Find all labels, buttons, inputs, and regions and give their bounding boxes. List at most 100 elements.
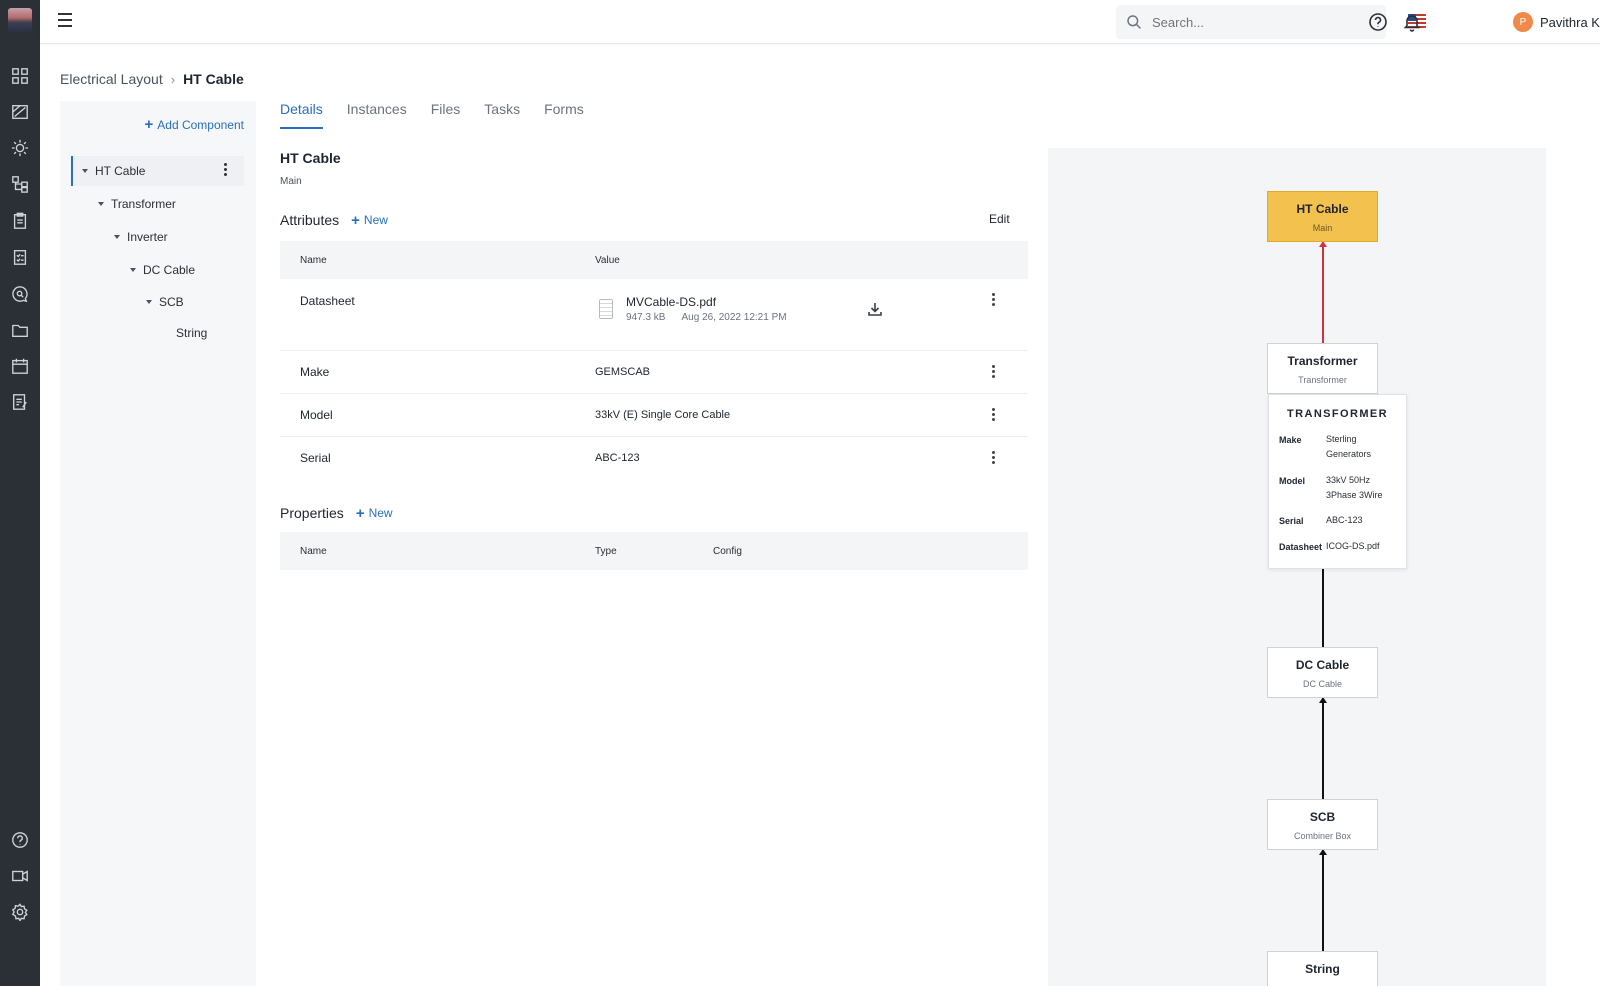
help-icon[interactable] <box>10 830 30 850</box>
node-subtitle: Combiner Box <box>1293 831 1352 841</box>
node-details-tooltip: TRANSFORMER Make Sterling Generators Mod… <box>1268 394 1407 569</box>
tree-item-label: HT Cable <box>95 164 146 178</box>
attachment-meta: 947.3 kB Aug 26, 2022 12:21 PM <box>626 312 787 323</box>
checklist-icon[interactable] <box>10 247 30 267</box>
properties-header: Properties + New <box>280 505 393 521</box>
report-icon[interactable] <box>10 392 30 412</box>
tab-tasks[interactable]: Tasks <box>484 101 520 129</box>
attachment-file-name[interactable]: MVCable-DS.pdf <box>626 295 716 309</box>
row-menu-icon[interactable] <box>992 293 996 307</box>
properties-table: Name Type Config <box>280 532 1028 570</box>
plus-icon: + <box>355 504 365 522</box>
attribute-name: Make <box>300 365 330 379</box>
bell-icon[interactable] <box>1402 12 1422 32</box>
tree-item-dc-cable[interactable]: DC Cable <box>130 263 195 277</box>
add-component-label: Add Component <box>157 117 244 132</box>
diagram-node-scb[interactable]: SCB Combiner Box <box>1267 799 1378 850</box>
attributes-table: Name Value Datasheet MVCable-DS.pdf 947.… <box>280 241 1028 480</box>
hierarchy-icon[interactable] <box>10 174 30 194</box>
add-component-button[interactable]: + Add Component <box>145 117 245 132</box>
tree-item-ht-cable[interactable]: HT Cable <box>82 164 145 178</box>
user-name[interactable]: Pavithra K <box>1540 15 1600 30</box>
edit-attributes-button[interactable]: Edit <box>989 212 1010 226</box>
tree-item-label: Transformer <box>111 197 176 211</box>
breadcrumb: Electrical Layout › HT Cable <box>60 71 244 87</box>
chat-search-icon[interactable] <box>10 284 30 304</box>
clipboard-icon[interactable] <box>10 211 30 231</box>
dashboard-icon[interactable] <box>10 66 30 86</box>
column-name-header: Name <box>300 546 327 557</box>
tree-item-scb[interactable]: SCB <box>146 295 184 309</box>
node-title: HT Cable <box>1296 202 1349 216</box>
top-bar: P Pavithra K <box>40 0 1600 44</box>
tooltip-model-label: Model <box>1279 476 1305 486</box>
component-subtitle: Main <box>280 176 302 187</box>
node-title: String <box>1305 962 1340 976</box>
tree-item-label: DC Cable <box>143 263 196 277</box>
settings-icon[interactable] <box>10 902 30 922</box>
tooltip-datasheet-value: ICOG-DS.pdf <box>1326 541 1380 551</box>
component-diagram: HT Cable Main Transformer Transformer TR… <box>1048 148 1546 986</box>
new-property-label: New <box>368 506 393 520</box>
tab-instances[interactable]: Instances <box>347 101 407 129</box>
attachment-date: Aug 26, 2022 12:21 PM <box>681 312 787 323</box>
tab-files[interactable]: Files <box>431 101 461 129</box>
search-input[interactable] <box>1152 14 1372 30</box>
caret-down-icon[interactable] <box>114 235 120 239</box>
diagram-node-ht-cable[interactable]: HT Cable Main <box>1267 191 1378 242</box>
diagram-node-dc-cable[interactable]: DC Cable DC Cable <box>1267 647 1378 698</box>
diagram-connector <box>1322 698 1324 799</box>
table-row: Serial ABC-123 <box>280 437 1028 480</box>
caret-down-icon[interactable] <box>146 300 152 304</box>
plus-icon: + <box>144 116 154 133</box>
folder-icon[interactable] <box>10 320 30 340</box>
breadcrumb-parent[interactable]: Electrical Layout <box>60 71 163 87</box>
caret-down-icon[interactable] <box>98 202 104 206</box>
sun-icon[interactable] <box>10 138 30 158</box>
tree-item-string[interactable]: String <box>176 326 207 340</box>
row-menu-icon[interactable] <box>992 408 996 422</box>
app-logo[interactable] <box>8 8 32 32</box>
diagram-connector <box>1322 850 1324 951</box>
detail-tabs: Details Instances Files Tasks Forms <box>280 101 584 129</box>
caret-down-icon[interactable] <box>130 268 136 272</box>
chevron-right-icon: › <box>170 71 176 87</box>
tree-item-label: Inverter <box>127 230 168 244</box>
component-title: HT Cable <box>280 150 341 166</box>
plus-icon: + <box>351 211 360 229</box>
help-circle-icon[interactable] <box>1368 12 1388 32</box>
table-row: Make GEMSCAB <box>280 351 1028 394</box>
calendar-icon[interactable] <box>10 356 30 376</box>
tooltip-make-label: Make <box>1279 435 1302 445</box>
node-title: SCB <box>1309 810 1336 824</box>
column-value-header: Value <box>595 255 620 266</box>
new-attribute-button[interactable]: + New <box>351 213 388 228</box>
attributes-table-header: Name Value <box>280 241 1028 279</box>
row-menu-icon[interactable] <box>992 365 996 379</box>
search-box[interactable] <box>1116 5 1386 39</box>
tree-item-inverter[interactable]: Inverter <box>114 230 168 244</box>
tab-forms[interactable]: Forms <box>544 101 584 129</box>
diagram-node-string[interactable]: String <box>1267 951 1378 986</box>
row-menu-icon[interactable] <box>992 451 996 465</box>
video-icon[interactable] <box>10 866 30 886</box>
tooltip-datasheet-label: Datasheet <box>1279 542 1323 552</box>
tree-item-menu-icon[interactable] <box>224 163 228 177</box>
user-avatar[interactable]: P <box>1513 12 1533 32</box>
attribute-value: GEMSCAB <box>595 366 651 378</box>
side-rail <box>0 0 40 986</box>
search-icon <box>1127 15 1141 29</box>
download-icon[interactable] <box>867 301 883 317</box>
menu-icon[interactable] <box>58 13 76 31</box>
tooltip-model-value: 33kV 50Hz 3Phase 3Wire <box>1326 475 1383 500</box>
diagram-connector-active <box>1322 242 1324 344</box>
attribute-name: Serial <box>300 451 331 465</box>
tree-item-transformer[interactable]: Transformer <box>98 197 176 211</box>
tab-details[interactable]: Details <box>280 101 323 129</box>
column-name-header: Name <box>300 255 327 266</box>
layout-icon[interactable] <box>10 102 30 122</box>
new-property-button[interactable]: + New <box>356 506 393 521</box>
diagram-node-transformer[interactable]: Transformer Transformer <box>1267 343 1378 394</box>
caret-down-icon[interactable] <box>82 169 88 173</box>
properties-table-header: Name Type Config <box>280 532 1028 570</box>
